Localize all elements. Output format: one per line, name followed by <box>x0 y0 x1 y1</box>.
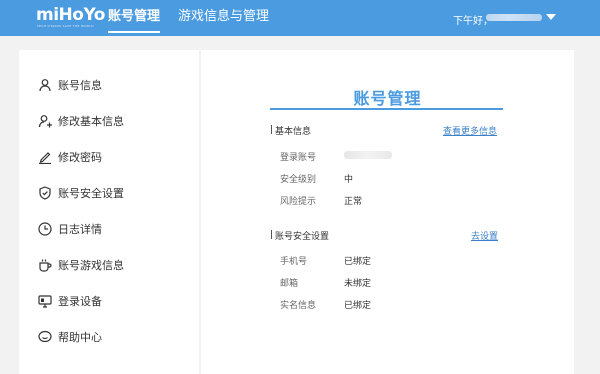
real-name-status: 已绑定 <box>344 301 372 311</box>
basic-info-heading: 基本信息 <box>271 124 311 137</box>
security-settings-heading: 账号安全设置 <box>271 229 329 242</box>
sidebar-item-label: 修改密码 <box>58 151 102 164</box>
user-edit-icon <box>38 115 52 128</box>
sidebar-item-label: 日志详情 <box>58 223 102 236</box>
sidebar-item-label: 账号游戏信息 <box>58 259 124 272</box>
email-label: 邮箱 <box>280 279 299 289</box>
sidebar-item-login-devices[interactable]: 登录设备 <box>38 293 188 311</box>
sidebar-item-account-info[interactable]: 账号信息 <box>38 77 188 95</box>
section-heading-label: 账号安全设置 <box>275 232 330 242</box>
clock-icon <box>38 222 52 236</box>
sidebar-item-help-center[interactable]: 帮助中心 <box>38 329 188 347</box>
chevron-down-icon[interactable] <box>546 14 556 20</box>
sidebar-item-label: 登录设备 <box>58 295 102 308</box>
logo-tagline: TECH OTAKUS SAVE THE WORLD <box>37 24 94 28</box>
sidebar: 账号信息 修改基本信息 修改密码 账号安全设置 日志详情 账号游戏信息 登录设备… <box>19 50 199 374</box>
sidebar-item-edit-basic-info[interactable]: 修改基本信息 <box>38 113 188 131</box>
sidebar-item-label: 账号信息 <box>58 79 102 92</box>
security-level-label: 安全级别 <box>280 175 317 185</box>
sidebar-item-game-info[interactable]: 账号游戏信息 <box>38 257 188 275</box>
email-status: 未绑定 <box>344 279 372 289</box>
risk-alert-label: 风险提示 <box>280 197 317 207</box>
monitor-icon <box>38 295 52 308</box>
login-account-value-redacted <box>344 151 392 159</box>
sidebar-item-change-password[interactable]: 修改密码 <box>38 149 188 167</box>
tab-label: 账号管理 <box>108 9 161 24</box>
sidebar-item-label: 修改基本信息 <box>58 115 124 128</box>
view-more-info-link[interactable]: 查看更多信息 <box>443 124 497 137</box>
go-settings-link[interactable]: 去设置 <box>471 229 498 242</box>
sidebar-item-security-settings[interactable]: 账号安全设置 <box>38 185 188 203</box>
cup-icon <box>39 259 52 272</box>
login-account-label: 登录账号 <box>280 153 317 163</box>
tab-game-info[interactable]: 游戏信息与管理 <box>178 9 269 25</box>
user-icon <box>39 79 51 92</box>
active-tab-underline <box>108 31 161 33</box>
main-panel: 账号管理 基本信息 查看更多信息 登录账号 安全级别 中 风险提示 正常 账号安… <box>201 50 574 374</box>
sidebar-item-log-details[interactable]: 日志详情 <box>38 221 188 239</box>
security-level-value: 中 <box>344 175 354 185</box>
tab-label: 游戏信息与管理 <box>178 9 270 24</box>
username-redacted <box>486 14 542 21</box>
page-title: 账号管理 <box>353 89 422 108</box>
title-underline <box>270 108 503 110</box>
real-name-label: 实名信息 <box>280 301 317 311</box>
sidebar-item-label: 帮助中心 <box>58 331 102 344</box>
chat-icon <box>38 330 52 343</box>
logo-wordmark: miHoYo <box>36 5 105 25</box>
top-nav-bar: miHoYo TECH OTAKUS SAVE THE WORLD 账号管理 游… <box>0 0 600 36</box>
phone-label: 手机号 <box>280 257 308 267</box>
phone-status: 已绑定 <box>344 257 372 267</box>
tab-account-management[interactable]: 账号管理 <box>108 9 161 33</box>
risk-alert-value: 正常 <box>344 197 363 207</box>
shield-icon <box>39 186 51 200</box>
section-heading-label: 基本信息 <box>275 127 312 137</box>
pencil-icon <box>39 152 51 164</box>
mihoyo-logo[interactable]: miHoYo TECH OTAKUS SAVE THE WORLD <box>36 6 105 30</box>
sidebar-item-label: 账号安全设置 <box>58 187 124 200</box>
